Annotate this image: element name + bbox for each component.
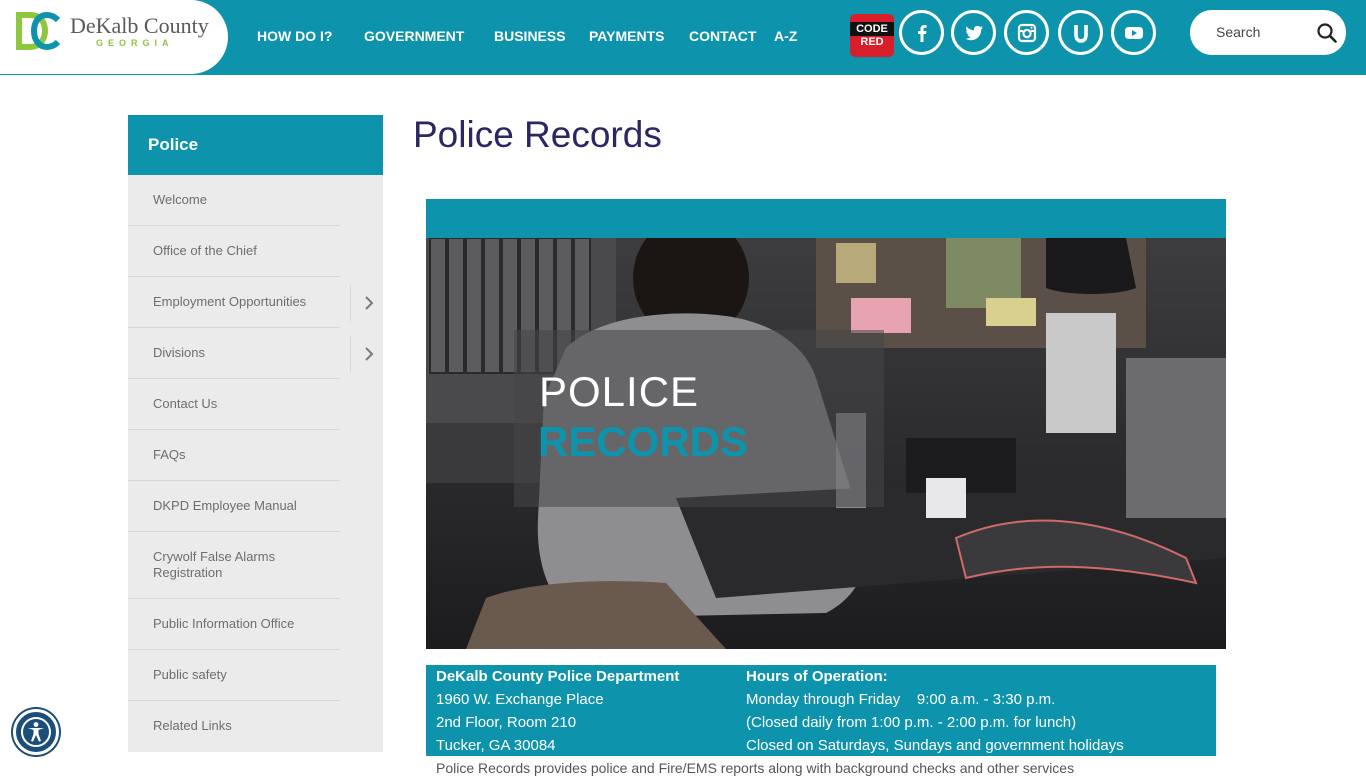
sidebar-item-contact-us[interactable]: Contact Us <box>128 379 383 430</box>
site-header: DeKalb County GEORGIA HOW DO I? GOVERNME… <box>0 0 1366 75</box>
sidebar-item-label: Crywolf False Alarms Registration <box>153 549 276 580</box>
chevron-right-icon[interactable] <box>362 294 376 312</box>
sidebar-item-label: DKPD Employee Manual <box>153 498 297 513</box>
divider <box>350 336 351 372</box>
youtube-icon[interactable] <box>1111 10 1156 55</box>
search-input[interactable] <box>1216 22 1316 42</box>
banner-title-line1: POLICE <box>539 368 700 415</box>
sidebar-item-label: Divisions <box>153 345 206 360</box>
sidebar-item-office-of-the-chief[interactable]: Office of the Chief <box>128 226 383 277</box>
hours-lunch: (Closed daily from 1:00 p.m. - 2:00 p.m.… <box>746 714 1077 731</box>
intro-paragraph: Police Records provides police and Fire/… <box>436 760 1075 776</box>
department-name: DeKalb County Police Department <box>436 668 680 685</box>
sidebar-item-label: Contact Us <box>153 396 218 411</box>
search-box <box>1190 10 1346 55</box>
sidebar-item-public-safety[interactable]: Public safety <box>128 650 383 701</box>
hero-banner: POLICE RECORDS <box>426 199 1226 649</box>
page-title: Police Records <box>413 114 662 155</box>
divider <box>350 285 351 321</box>
address-line1: 1960 W. Exchange Place <box>436 691 604 708</box>
address-line3: Tucker, GA 30084 <box>436 737 556 754</box>
sidebar: Police Welcome Office of the Chief Emplo… <box>128 115 383 752</box>
sidebar-item-related-links[interactable]: Related Links <box>128 701 383 752</box>
logo-name: DeKalb County <box>70 13 209 38</box>
codered-top: CODE <box>850 22 894 36</box>
sidebar-item-divisions[interactable]: Divisions <box>128 328 383 379</box>
address-line2: 2nd Floor, Room 210 <box>436 714 577 731</box>
codered-button[interactable]: CODE RED <box>850 14 894 57</box>
sidebar-item-label: FAQs <box>153 447 186 462</box>
instagram-icon[interactable] <box>1004 10 1049 55</box>
sidebar-item-crywolf-false-alarms[interactable]: Crywolf False Alarms Registration <box>128 532 383 599</box>
sidebar-item-welcome[interactable]: Welcome <box>128 175 383 226</box>
nav-contact[interactable]: CONTACT <box>689 28 756 44</box>
nav-business[interactable]: BUSINESS <box>494 28 566 44</box>
facebook-icon[interactable] <box>899 10 944 55</box>
sidebar-item-label: Related Links <box>153 718 232 733</box>
sidebar-heading[interactable]: Police <box>128 115 383 175</box>
nav-how-do-i[interactable]: HOW DO I? <box>257 28 332 44</box>
hours-closed: Closed on Saturdays, Sundays and governm… <box>746 737 1124 754</box>
hero-image: POLICE RECORDS <box>426 238 1226 649</box>
hours-weekday: Monday through Friday 9:00 a.m. - 3:30 p… <box>746 691 1056 708</box>
logo[interactable]: DeKalb County GEORGIA <box>0 0 228 74</box>
nav-payments[interactable]: PAYMENTS <box>589 28 664 44</box>
u-icon[interactable] <box>1058 10 1103 55</box>
search-icon[interactable] <box>1316 22 1338 44</box>
twitter-icon[interactable] <box>951 10 996 55</box>
sidebar-item-dkpd-employee-manual[interactable]: DKPD Employee Manual <box>128 481 383 532</box>
sidebar-item-label: Office of the Chief <box>153 243 257 258</box>
sidebar-item-employment-opportunities[interactable]: Employment Opportunities <box>128 277 383 328</box>
logo-sub: GEORGIA <box>96 38 174 48</box>
sidebar-item-public-information-office[interactable]: Public Information Office <box>128 599 383 650</box>
contact-info-box: DeKalb County Police Department 1960 W. … <box>426 665 1216 756</box>
dc-logo-icon <box>16 12 60 50</box>
sidebar-item-label: Public safety <box>153 667 227 682</box>
banner-title-line2: RECORDS <box>538 418 749 465</box>
sidebar-item-label: Public Information Office <box>153 616 295 631</box>
accessibility-icon[interactable] <box>13 709 59 755</box>
chevron-right-icon[interactable] <box>362 345 376 363</box>
sidebar-item-faqs[interactable]: FAQs <box>128 430 383 481</box>
codered-bottom: RED <box>860 36 884 48</box>
nav-government[interactable]: GOVERNMENT <box>364 28 464 44</box>
nav-a-z[interactable]: A-Z <box>774 28 797 44</box>
hours-heading: Hours of Operation: <box>746 668 888 685</box>
sidebar-item-label: Employment Opportunities <box>153 294 307 309</box>
sidebar-item-label: Welcome <box>153 192 207 207</box>
